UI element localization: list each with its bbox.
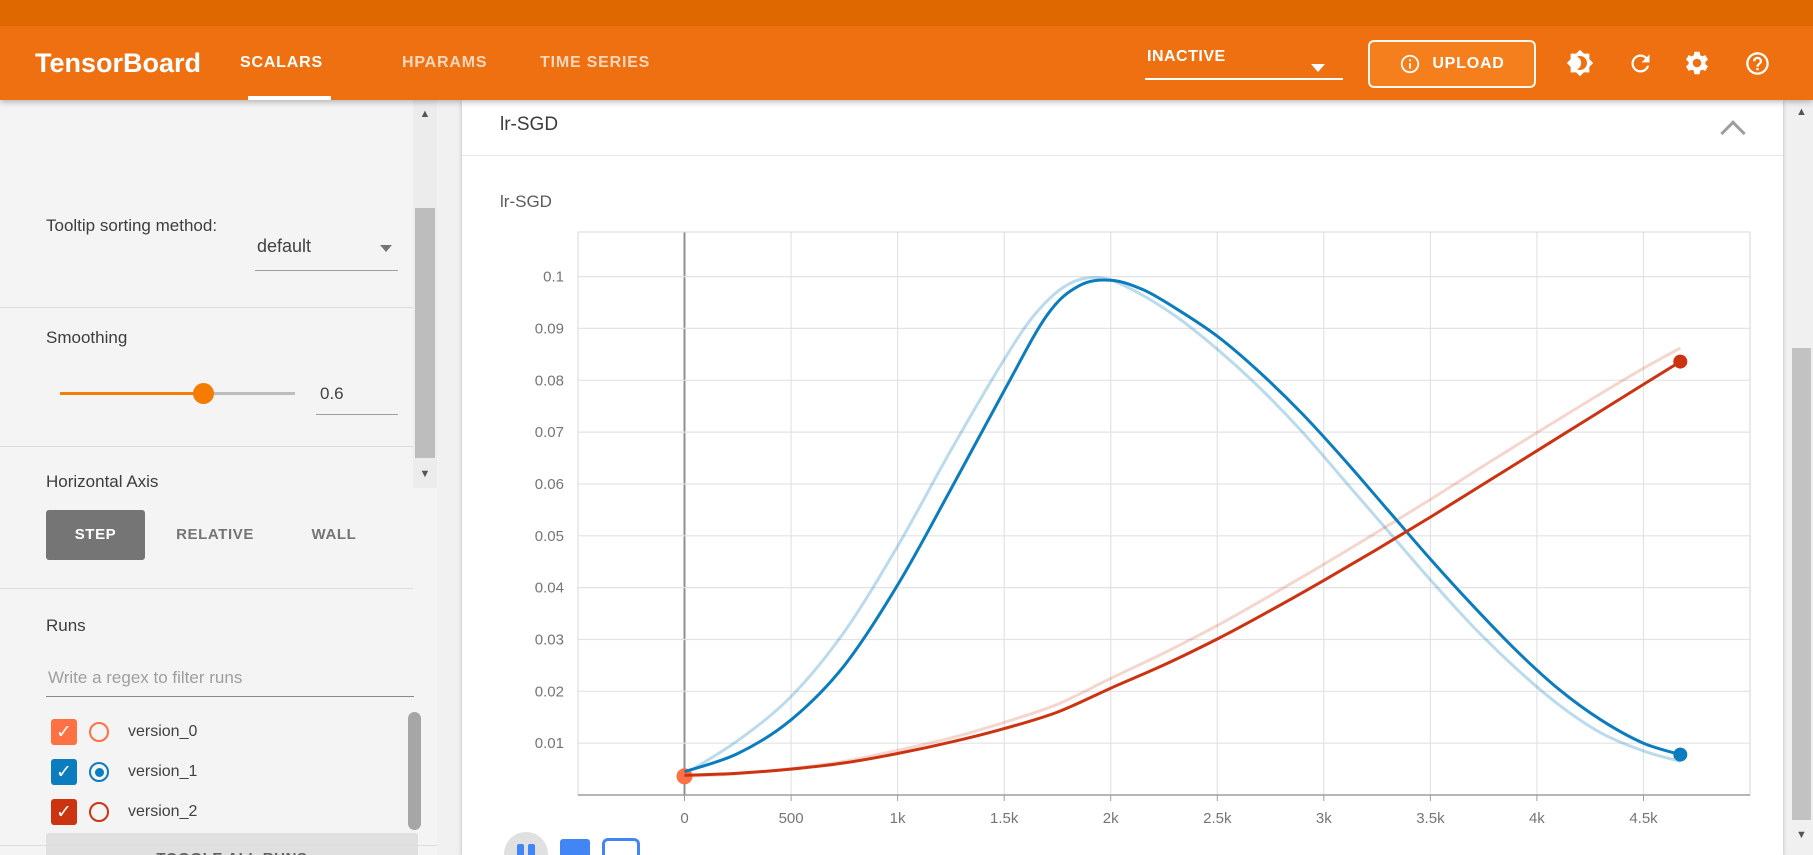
run-name: version_1 — [128, 763, 197, 781]
svg-text:0.06: 0.06 — [535, 476, 564, 493]
smoothing-value-input[interactable]: 0.6 — [316, 378, 398, 415]
run-radio[interactable] — [89, 722, 109, 742]
refresh-icon[interactable] — [1624, 47, 1656, 79]
app-logo: TensorBoard — [35, 26, 201, 100]
run-checkbox[interactable]: ✓ — [51, 759, 77, 785]
svg-text:0.03: 0.03 — [535, 632, 564, 649]
axis-option-step[interactable]: STEP — [46, 510, 145, 560]
chart-toolbar-expand-icon[interactable] — [602, 838, 640, 855]
tab-hparams[interactable]: HPARAMS — [402, 26, 487, 100]
svg-text:1.5k: 1.5k — [990, 810, 1019, 827]
glyph-bar — [517, 844, 524, 855]
run-name: version_0 — [128, 723, 197, 741]
chart-toolbar-pin-icon[interactable] — [560, 839, 590, 855]
svg-text:500: 500 — [779, 810, 804, 827]
horizontal-axis-label: Horizontal Axis — [46, 472, 158, 492]
axis-option-relative[interactable]: RELATIVE — [160, 510, 270, 560]
svg-text:4k: 4k — [1529, 810, 1545, 827]
divider — [0, 307, 413, 308]
svg-text:0.04: 0.04 — [535, 580, 564, 597]
tab-label: SCALARS — [240, 54, 323, 71]
svg-text:0.05: 0.05 — [535, 528, 564, 545]
settings-gear-icon[interactable] — [1681, 47, 1713, 79]
scalar-chart[interactable]: 0.01 0.02 0.03 0.04 0.05 0.06 0.07 0.08 0.09 0.1 0… — [462, 160, 1783, 855]
card-header: lr-SGD — [462, 100, 1783, 156]
page-scrollbar-thumb[interactable] — [1792, 348, 1811, 820]
runs-filter-input[interactable] — [46, 660, 414, 697]
sidebar-scrollbar-thumb[interactable] — [415, 208, 435, 458]
axis-option-wall[interactable]: WALL — [298, 510, 370, 560]
chevron-down-icon — [1311, 64, 1325, 72]
svg-text:1k: 1k — [890, 810, 906, 827]
tooltip-sorting-value: default — [257, 236, 311, 257]
upload-button[interactable]: UPLOAD — [1368, 40, 1536, 88]
divider — [0, 588, 413, 589]
header-top-strip — [0, 0, 1813, 26]
svg-text:0.1: 0.1 — [543, 269, 564, 286]
app-header: TensorBoard SCALARS HPARAMS TIME SERIES IN… — [0, 0, 1813, 100]
chart-title: lr-SGD — [500, 192, 552, 212]
slider-fill — [60, 392, 203, 395]
svg-text:2k: 2k — [1103, 810, 1119, 827]
svg-text:3k: 3k — [1316, 810, 1332, 827]
status-dropdown-value: INACTIVE — [1147, 48, 1226, 66]
runs-list: ✓ version_0 ✓ version_1 ✓ version_2 — [0, 712, 408, 832]
help-icon[interactable] — [1741, 47, 1773, 79]
divider — [0, 446, 413, 447]
run-checkbox[interactable]: ✓ — [51, 799, 77, 825]
status-dropdown[interactable]: INACTIVE — [1145, 26, 1343, 84]
run-radio[interactable] — [89, 802, 109, 822]
tooltip-sorting-select[interactable]: default — [255, 228, 398, 271]
runs-label: Runs — [46, 616, 86, 636]
run-name: version_2 — [128, 803, 197, 821]
svg-text:0.09: 0.09 — [535, 320, 564, 337]
info-icon — [1399, 53, 1421, 75]
run-row-version_1[interactable]: ✓ version_1 — [0, 752, 408, 792]
status-dropdown-underline — [1145, 78, 1343, 80]
smoothing-label: Smoothing — [46, 328, 127, 348]
toggle-all-runs-button[interactable]: TOGGLE ALL RUNS — [46, 833, 418, 855]
svg-text:0.07: 0.07 — [535, 424, 564, 441]
scroll-down-icon[interactable]: ▼ — [1790, 829, 1813, 841]
chevron-down-icon — [380, 245, 392, 252]
smoothing-slider[interactable] — [60, 382, 295, 404]
dark-mode-toggle-icon[interactable] — [1564, 47, 1596, 79]
run-checkbox[interactable]: ✓ — [51, 719, 77, 745]
slider-thumb[interactable] — [193, 383, 214, 404]
run-row-version_0[interactable]: ✓ version_0 — [0, 712, 408, 752]
tooltip-sorting-label: Tooltip sorting method: — [46, 212, 226, 239]
page-scrollbar[interactable]: ▲ ▼ — [1790, 100, 1813, 855]
sidebar-scrollbar[interactable]: ▲ ▼ — [413, 100, 437, 488]
tensorboard-app: TensorBoard SCALARS HPARAMS TIME SERIES IN… — [0, 0, 1813, 855]
collapse-chevron-up-icon[interactable] — [1720, 120, 1745, 145]
tab-scalars[interactable]: SCALARS — [240, 26, 323, 100]
svg-text:0.08: 0.08 — [535, 372, 564, 389]
svg-text:3.5k: 3.5k — [1416, 810, 1445, 827]
card-title: lr-SGD — [500, 114, 558, 136]
tab-time-series[interactable]: TIME SERIES — [540, 26, 650, 100]
svg-text:0.02: 0.02 — [535, 683, 564, 700]
radio-dot — [95, 768, 104, 777]
svg-text:0.01: 0.01 — [535, 735, 564, 752]
scroll-down-icon[interactable]: ▼ — [413, 468, 437, 480]
upload-button-label: UPLOAD — [1432, 55, 1504, 73]
run-radio[interactable] — [89, 762, 109, 782]
tab-label: TIME SERIES — [540, 54, 650, 71]
svg-text:2.5k: 2.5k — [1203, 810, 1232, 827]
scroll-up-icon[interactable]: ▲ — [413, 108, 437, 120]
smoothing-value: 0.6 — [320, 384, 344, 404]
tab-label: HPARAMS — [402, 54, 487, 71]
svg-text:0: 0 — [680, 810, 688, 827]
runs-list-scrollbar[interactable] — [408, 712, 421, 830]
scalar-card: lr-SGD lr-SGD 0.010.020.030.040.050.060.… — [462, 100, 1783, 855]
glyph-bar — [528, 844, 535, 855]
active-tab-underline — [248, 96, 331, 100]
main-content: lr-SGD lr-SGD 0.010.020.030.040.050.060.… — [437, 100, 1790, 855]
settings-sidebar: Tooltip sorting method: default Smoothin… — [0, 100, 437, 855]
divider — [0, 845, 437, 846]
scroll-up-icon[interactable]: ▲ — [1790, 106, 1813, 118]
run-row-version_2[interactable]: ✓ version_2 — [0, 792, 408, 832]
svg-text:4.5k: 4.5k — [1629, 810, 1658, 827]
